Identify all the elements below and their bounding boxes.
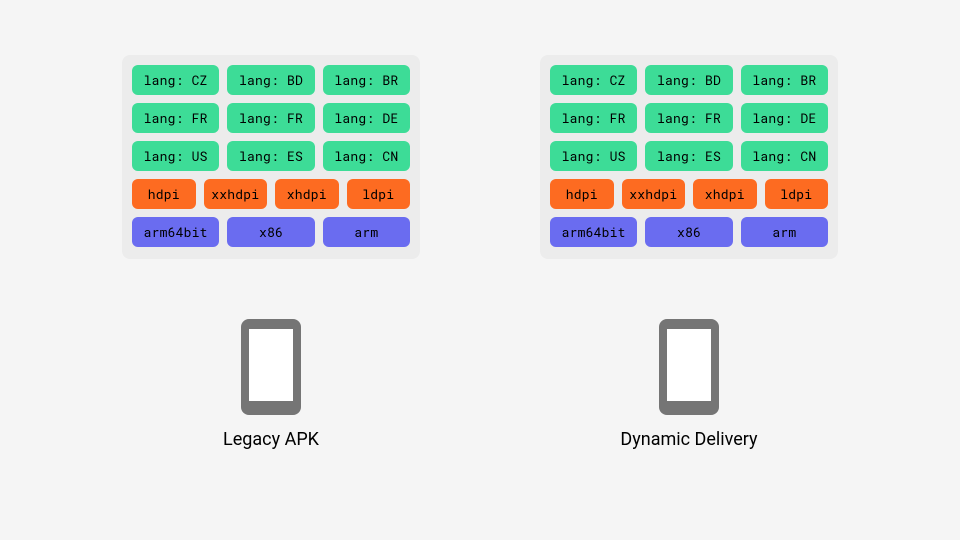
lang-chip: lang: FR xyxy=(132,103,219,133)
dpi-row: hdpi xxhdpi xhdpi ldpi xyxy=(132,179,410,209)
lang-chip: lang: ES xyxy=(645,141,732,171)
lang-chip: lang: CZ xyxy=(132,65,219,95)
lang-chip: lang: BD xyxy=(645,65,732,95)
dpi-chip: ldpi xyxy=(765,179,829,209)
legacy-column: lang: CZ lang: BD lang: BR lang: FR lang… xyxy=(122,55,420,450)
lang-chip: lang: US xyxy=(550,141,637,171)
lang-chip: lang: CZ xyxy=(550,65,637,95)
lang-row-1: lang: FR lang: FR lang: DE xyxy=(132,103,410,133)
diagram-stage: lang: CZ lang: BD lang: BR lang: FR lang… xyxy=(0,0,960,450)
lang-row-0: lang: CZ lang: BD lang: BR xyxy=(550,65,828,95)
legacy-panel: lang: CZ lang: BD lang: BR lang: FR lang… xyxy=(122,55,420,259)
dynamic-column: lang: CZ lang: BD lang: BR lang: FR lang… xyxy=(540,55,838,450)
lang-chip: lang: FR xyxy=(227,103,314,133)
lang-chip: lang: FR xyxy=(645,103,732,133)
dpi-chip: xxhdpi xyxy=(204,179,268,209)
legacy-caption: Legacy APK xyxy=(223,429,319,450)
lang-row-0: lang: CZ lang: BD lang: BR xyxy=(132,65,410,95)
lang-chip: lang: BR xyxy=(323,65,410,95)
lang-chip: lang: ES xyxy=(227,141,314,171)
dpi-chip: hdpi xyxy=(550,179,614,209)
arch-chip: x86 xyxy=(227,217,314,247)
phone-icon xyxy=(659,319,719,415)
lang-chip: lang: DE xyxy=(323,103,410,133)
dpi-chip: xhdpi xyxy=(275,179,339,209)
phone-icon xyxy=(241,319,301,415)
lang-row-2: lang: US lang: ES lang: CN xyxy=(132,141,410,171)
arch-chip: arm xyxy=(323,217,410,247)
lang-chip: lang: FR xyxy=(550,103,637,133)
lang-chip: lang: BR xyxy=(741,65,828,95)
lang-chip: lang: DE xyxy=(741,103,828,133)
dpi-chip: hdpi xyxy=(132,179,196,209)
arch-chip: arm64bit xyxy=(132,217,219,247)
phone-screen xyxy=(667,329,711,401)
arch-chip: x86 xyxy=(645,217,732,247)
arch-row: arm64bit x86 arm xyxy=(132,217,410,247)
lang-row-2: lang: US lang: ES lang: CN xyxy=(550,141,828,171)
arch-chip: arm xyxy=(741,217,828,247)
dynamic-caption: Dynamic Delivery xyxy=(620,429,757,450)
lang-chip: lang: CN xyxy=(323,141,410,171)
dpi-chip: xhdpi xyxy=(693,179,757,209)
dynamic-panel: lang: CZ lang: BD lang: BR lang: FR lang… xyxy=(540,55,838,259)
arch-row: arm64bit x86 arm xyxy=(550,217,828,247)
phone-screen xyxy=(249,329,293,401)
lang-chip: lang: BD xyxy=(227,65,314,95)
lang-chip: lang: CN xyxy=(741,141,828,171)
lang-row-1: lang: FR lang: FR lang: DE xyxy=(550,103,828,133)
lang-chip: lang: US xyxy=(132,141,219,171)
arch-chip: arm64bit xyxy=(550,217,637,247)
dpi-row: hdpi xxhdpi xhdpi ldpi xyxy=(550,179,828,209)
dpi-chip: xxhdpi xyxy=(622,179,686,209)
dpi-chip: ldpi xyxy=(347,179,411,209)
